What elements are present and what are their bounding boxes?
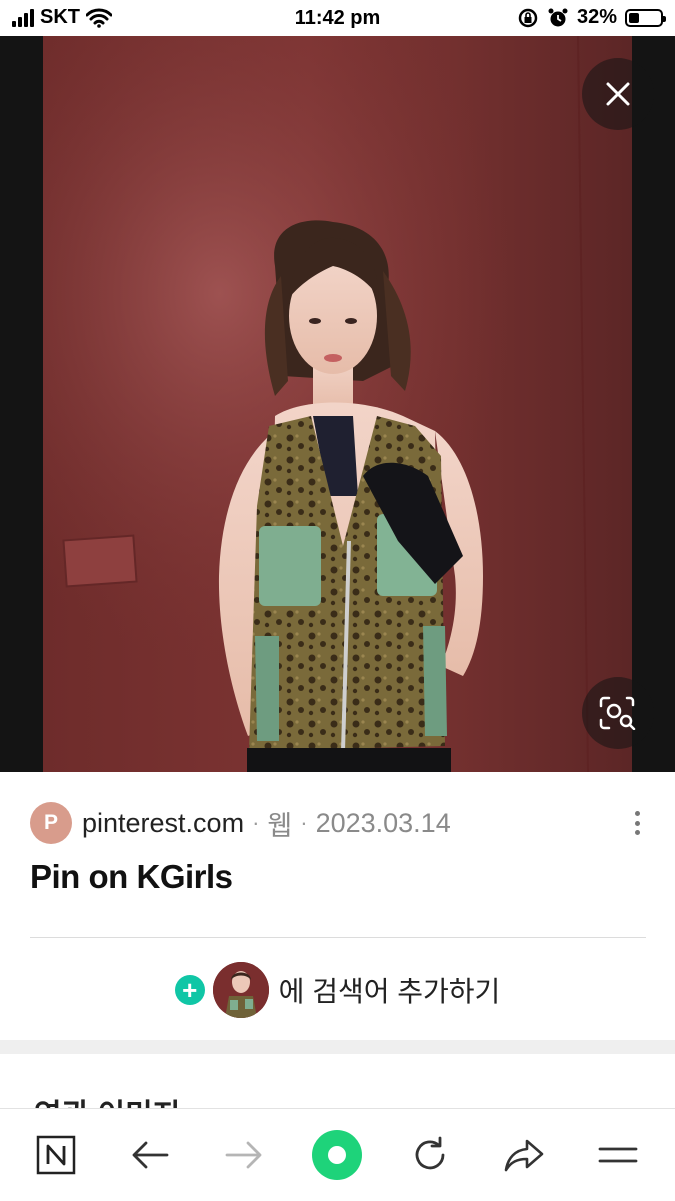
status-right: 32% <box>517 6 666 29</box>
orientation-lock-icon <box>518 8 538 27</box>
source-avatar: P <box>30 802 72 844</box>
source-domain[interactable]: pinterest.com <box>82 808 244 839</box>
green-dot-icon <box>312 1130 362 1180</box>
result-photo[interactable] <box>43 36 632 772</box>
image-viewer[interactable] <box>0 36 675 772</box>
image-search-icon <box>599 696 636 730</box>
refresh-icon <box>415 1136 445 1170</box>
divider <box>30 937 646 938</box>
separator-dot: · <box>300 810 308 835</box>
forward-button[interactable] <box>218 1129 270 1181</box>
source-date: 2023.03.14 <box>315 807 451 838</box>
photo-illustration <box>43 36 632 772</box>
battery-icon <box>625 8 666 27</box>
battery-percent: 32% <box>576 6 617 28</box>
close-button[interactable] <box>582 58 654 130</box>
source-row[interactable]: P pinterest.com · 웹 · 2023.03.14 <box>30 801 650 845</box>
refresh-button[interactable] <box>404 1129 456 1181</box>
add-search-term-row[interactable]: + 에 검색어 추가하기 <box>0 960 675 1020</box>
naver-home-icon <box>36 1135 76 1175</box>
result-title[interactable]: Pin on KGirls <box>30 858 233 896</box>
plus-icon: + <box>174 975 205 1005</box>
share-icon <box>504 1139 544 1172</box>
source-type: 웹 <box>267 810 293 841</box>
image-search-button[interactable] <box>582 677 654 749</box>
more-dot <box>634 811 640 816</box>
more-options-button[interactable] <box>624 807 650 839</box>
wifi-icon <box>86 8 112 28</box>
more-dot <box>634 830 640 835</box>
green-dot-button[interactable] <box>311 1129 363 1181</box>
add-search-term-label: 에 검색어 추가하기 <box>278 976 501 1007</box>
forward-arrow-icon <box>225 1141 262 1169</box>
naver-home-button[interactable] <box>30 1129 82 1181</box>
status-left: SKT <box>12 6 112 29</box>
share-button[interactable] <box>498 1129 550 1181</box>
signal-icon <box>12 8 34 27</box>
separator-dot: · <box>252 810 260 835</box>
menu-button[interactable] <box>592 1129 644 1181</box>
back-arrow-icon <box>132 1141 169 1169</box>
battery-level <box>629 12 639 23</box>
carrier-label: SKT <box>40 6 80 28</box>
section-separator <box>0 1040 675 1054</box>
menu-icon <box>598 1147 638 1163</box>
close-icon <box>606 82 630 106</box>
status-bar: SKT 11:42 pm 32% <box>0 0 675 36</box>
alarm-icon <box>548 8 568 26</box>
back-button[interactable] <box>124 1129 176 1181</box>
query-image-thumbnail <box>212 962 269 1018</box>
more-dot <box>634 820 640 826</box>
bottom-toolbar <box>0 1108 675 1201</box>
